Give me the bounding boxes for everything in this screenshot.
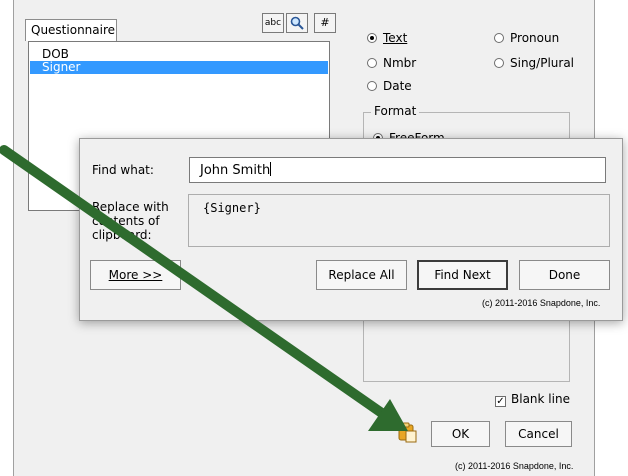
- find-what-input[interactable]: John Smith: [189, 157, 606, 183]
- radio-icon: [494, 58, 504, 68]
- find-next-button[interactable]: Find Next: [417, 260, 508, 290]
- paste-button[interactable]: [393, 418, 421, 446]
- find-dialog-copyright: (c) 2011-2016 Snapdone, Inc.: [482, 298, 601, 308]
- checkbox-checked-icon: ✓: [495, 396, 506, 407]
- radio-nmbr[interactable]: Nmbr: [367, 55, 416, 71]
- search-toolbar-button[interactable]: [286, 13, 308, 33]
- search-icon: [290, 16, 304, 30]
- radio-pronoun[interactable]: Pronoun: [494, 30, 559, 46]
- radio-icon: [367, 58, 377, 68]
- blank-line-checkbox[interactable]: ✓ Blank line: [495, 391, 570, 407]
- find-what-label: Find what:: [92, 163, 154, 177]
- radio-text[interactable]: Text: [367, 30, 407, 46]
- done-button[interactable]: Done: [519, 260, 610, 290]
- tab-questionnaire-label: Questionnaire: [31, 23, 116, 37]
- replace-with-label: Replace with contents of clipboard:: [92, 200, 169, 242]
- radio-selected-icon: [367, 33, 377, 43]
- replace-value-box: {Signer}: [188, 194, 610, 247]
- radio-sing-plural[interactable]: Sing/Plural: [494, 55, 574, 71]
- number-toolbar-button[interactable]: #: [314, 13, 336, 33]
- list-item-selected[interactable]: Signer: [30, 61, 328, 74]
- clipboard-icon: [398, 422, 417, 443]
- radio-icon: [367, 81, 377, 91]
- ok-button[interactable]: OK: [431, 421, 490, 447]
- cancel-button[interactable]: Cancel: [505, 421, 572, 447]
- text-cursor: [270, 162, 272, 176]
- more-button[interactable]: More >>: [90, 260, 181, 290]
- format-legend: Format: [371, 104, 420, 118]
- radio-icon: [494, 33, 504, 43]
- tab-questionnaire[interactable]: Questionnaire: [25, 19, 117, 41]
- abc-toolbar-button[interactable]: abc: [262, 13, 284, 33]
- copyright-text: (c) 2011-2016 Snapdone, Inc.: [455, 461, 574, 471]
- replace-all-button[interactable]: Replace All: [316, 260, 407, 290]
- radio-date[interactable]: Date: [367, 78, 412, 94]
